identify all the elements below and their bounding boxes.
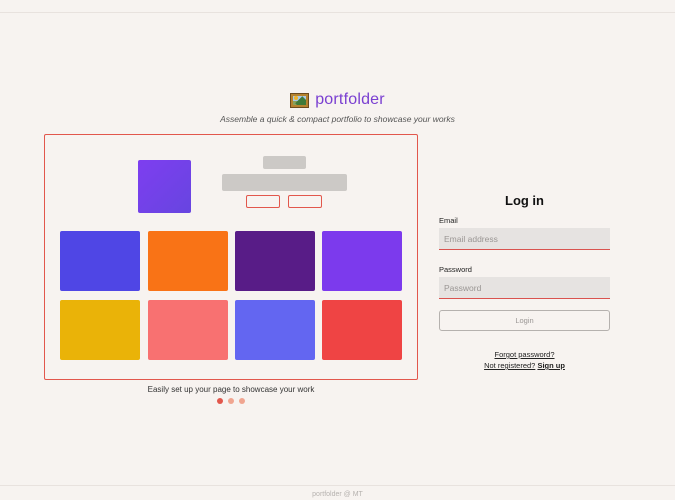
carousel-dot[interactable] <box>217 398 223 404</box>
brand-name: portfolder <box>315 91 385 108</box>
framed-picture-icon <box>290 92 310 108</box>
carousel-dot[interactable] <box>228 398 234 404</box>
top-divider <box>0 12 675 13</box>
login-title: Log in <box>505 193 544 208</box>
password-label: Password <box>439 265 472 274</box>
carousel-dot[interactable] <box>239 398 245 404</box>
email-field[interactable] <box>439 228 610 250</box>
login-form: Log in Email Password Login Forgot passw… <box>439 193 610 371</box>
carousel-caption: Easily set up your page to showcase your… <box>147 385 315 394</box>
footer-text: portfolder @ MT <box>312 491 363 498</box>
preview-tile <box>60 300 140 360</box>
preview-button-placeholder <box>246 195 280 208</box>
login-button[interactable]: Login <box>439 310 610 331</box>
preview-tile <box>235 300 315 360</box>
carousel-dots <box>0 398 462 404</box>
preview-tile <box>322 231 402 291</box>
preview-avatar-placeholder <box>138 160 191 213</box>
preview-tile <box>235 231 315 291</box>
not-registered-link[interactable]: Not registered? <box>484 361 535 370</box>
password-field[interactable] <box>439 277 610 299</box>
forgot-password-link[interactable]: Forgot password? <box>494 350 554 359</box>
preview-bio-placeholder <box>222 174 347 191</box>
tagline: Assemble a quick & compact portfolio to … <box>220 114 455 124</box>
email-label: Email <box>439 216 458 225</box>
preview-button-placeholder <box>288 195 322 208</box>
preview-tile <box>322 300 402 360</box>
preview-tile <box>148 300 228 360</box>
brand: portfolder <box>0 91 675 109</box>
preview-tile <box>60 231 140 291</box>
preview-name-placeholder <box>263 156 306 169</box>
bottom-divider <box>0 485 675 486</box>
portfolio-preview <box>44 134 418 380</box>
preview-tile <box>148 231 228 291</box>
sign-up-link[interactable]: Sign up <box>537 361 565 370</box>
